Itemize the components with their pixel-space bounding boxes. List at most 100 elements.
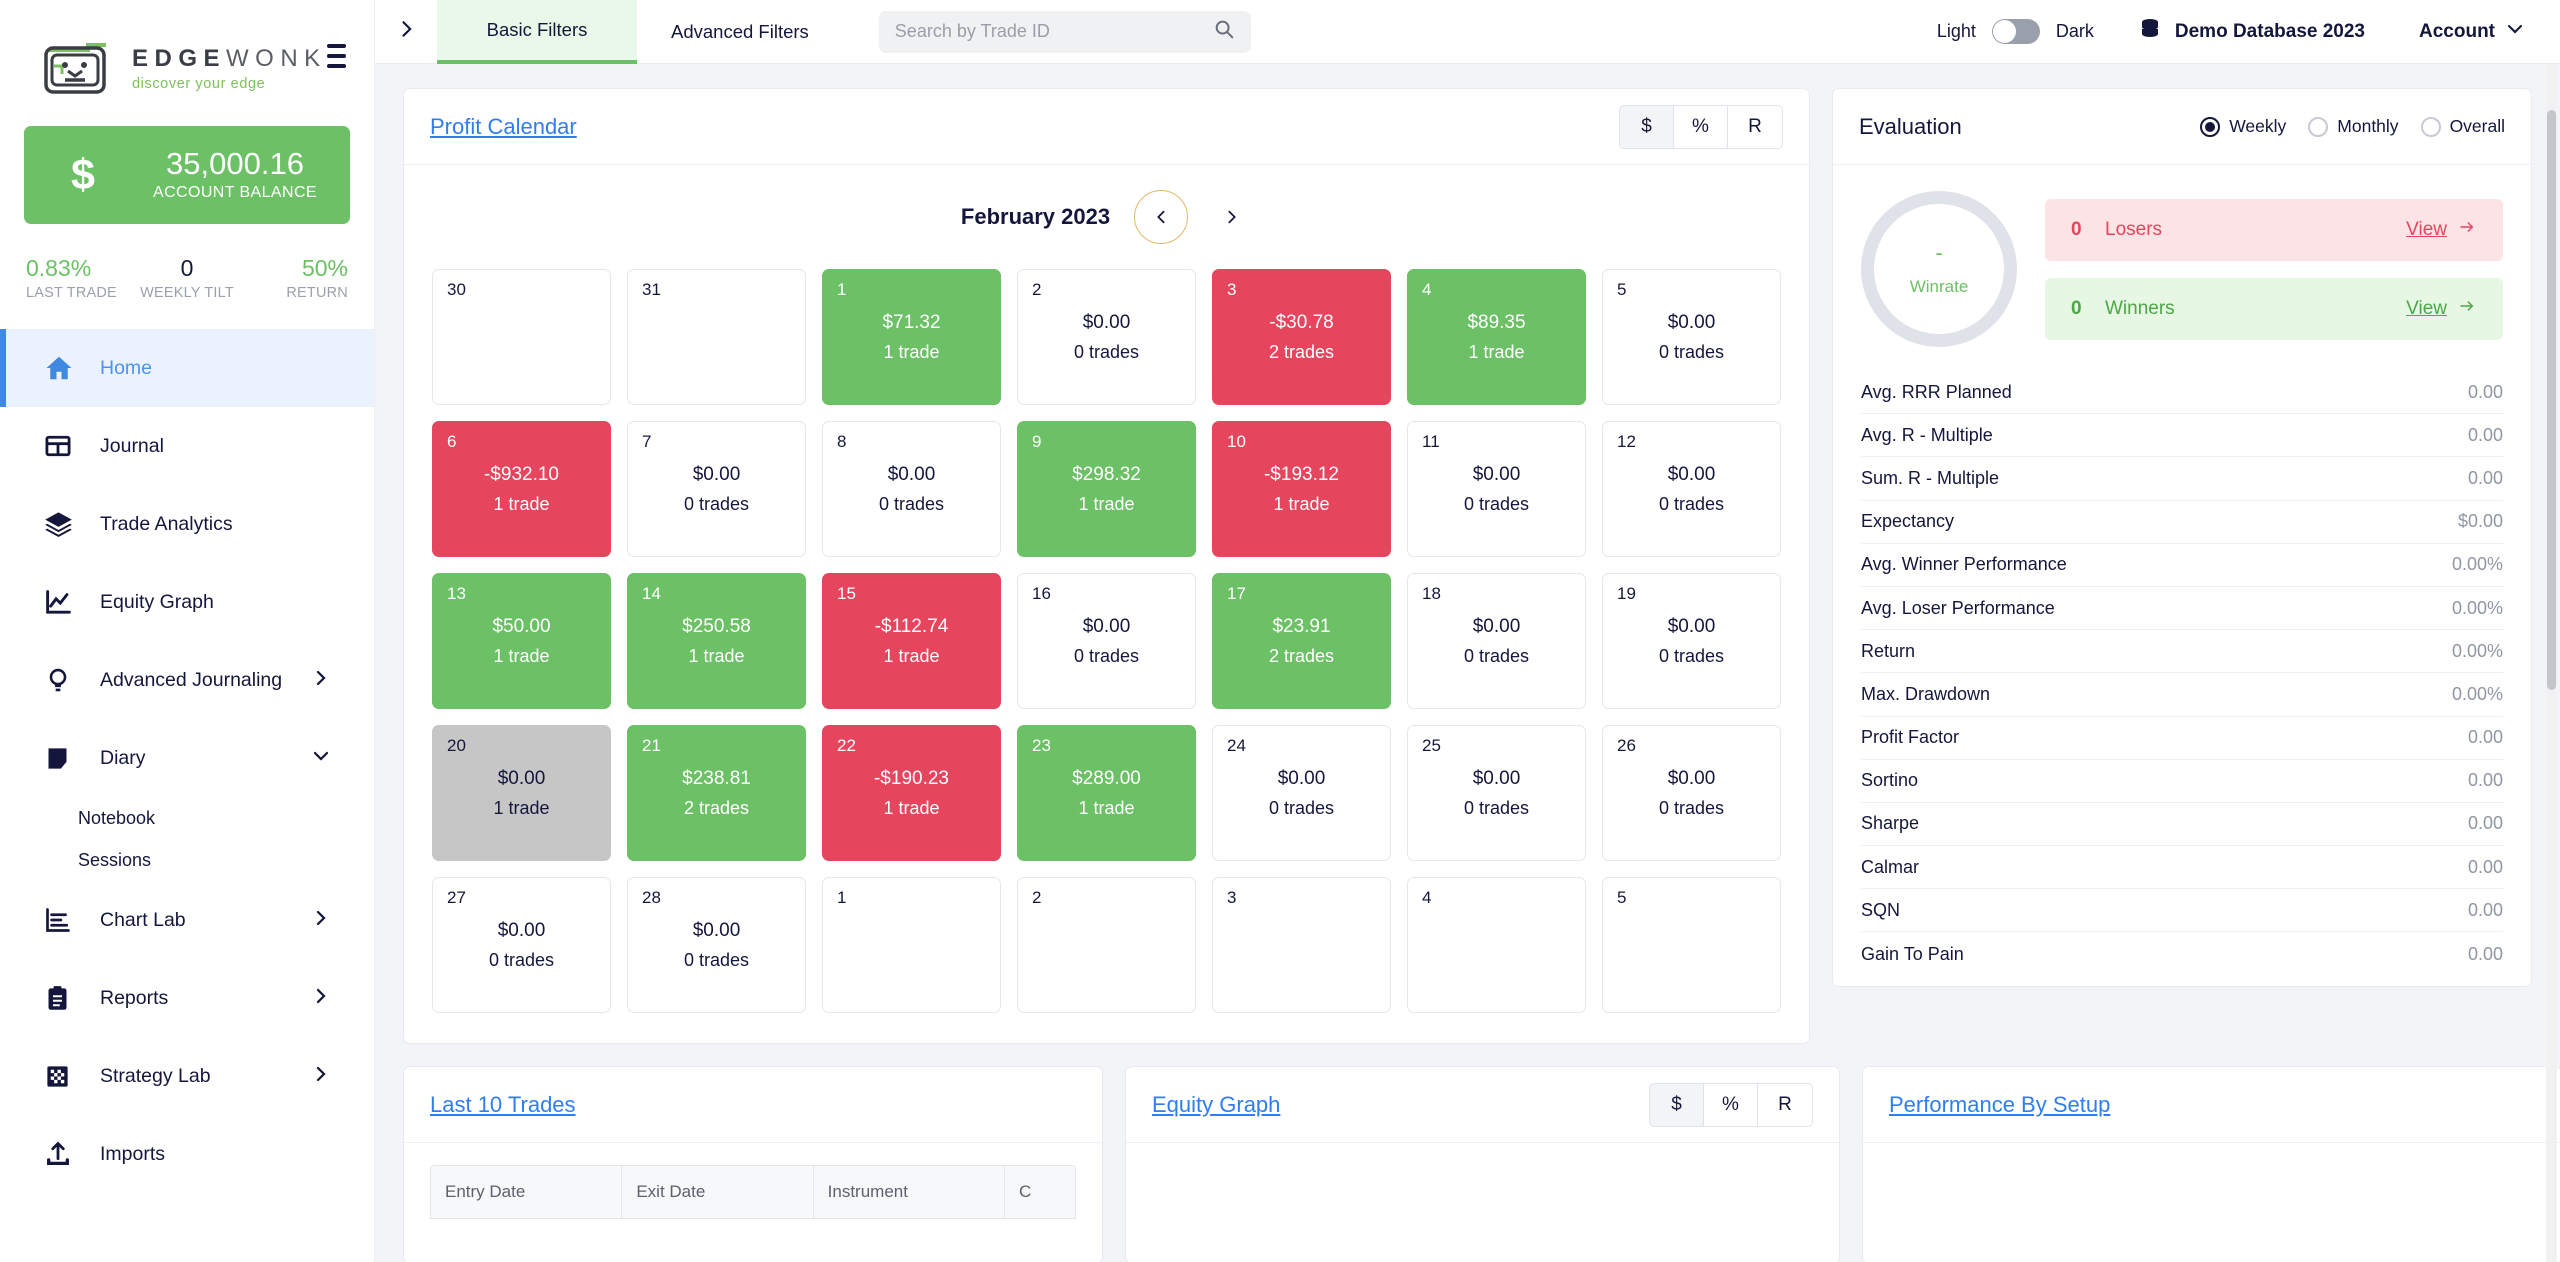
calendar-day-number: 14 (642, 584, 661, 603)
calendar-day-cell[interactable]: 13 $50.00 1 trade (432, 573, 611, 709)
calendar-day-cell[interactable]: 28 $0.00 0 trades (627, 877, 806, 1013)
unit-dollar-button[interactable]: $ (1620, 105, 1674, 148)
radio-monthly[interactable]: Monthly (2308, 116, 2399, 137)
sidebar-subitem-notebook[interactable]: Notebook (0, 797, 374, 839)
sidebar-subitem-sessions[interactable]: Sessions (0, 839, 374, 881)
calendar-day-cell[interactable]: 4 $89.35 1 trade (1407, 269, 1586, 405)
calendar-day-amount: $0.00 (497, 920, 546, 941)
evaluation-title: Evaluation (1859, 113, 1962, 139)
sidebar-expand-button[interactable] (375, 0, 437, 63)
calendar-day-cell[interactable]: 16 $0.00 0 trades (1017, 573, 1196, 709)
calendar-day-amount: $50.00 (492, 616, 551, 637)
calendar-day-cell[interactable]: 21 $238.81 2 trades (627, 725, 806, 861)
scrollbar-thumb[interactable] (2547, 110, 2556, 690)
calendar-day-cell[interactable]: 19 $0.00 0 trades (1602, 573, 1781, 709)
calendar-day-cell[interactable]: 22 -$190.23 1 trade (822, 725, 1001, 861)
calendar-day-cell[interactable]: 5 $0.00 0 trades (1602, 269, 1781, 405)
unit-r-button[interactable]: R (1728, 105, 1782, 148)
performance-by-setup-title[interactable]: Performance By Setup (1889, 1092, 2110, 1118)
radio-label: Overall (2449, 116, 2505, 136)
page-scrollbar[interactable] (2546, 64, 2557, 1262)
evaluation-stat-row: Profit Factor 0.00 (1861, 717, 2503, 760)
last-trades-title[interactable]: Last 10 Trades (430, 1092, 576, 1118)
calendar-day-cell[interactable]: 23 $289.00 1 trade (1017, 725, 1196, 861)
sidebar-item-diary[interactable]: Diary (0, 719, 374, 797)
mini-stat-last-trade: 0.83% LAST TRADE (26, 255, 133, 301)
winners-view-link[interactable]: View (2406, 298, 2477, 320)
tab-basic-filters[interactable]: Basic Filters (437, 0, 637, 64)
brand-header: EDGEWONK discover your edge (0, 0, 374, 110)
column-header-c[interactable]: C (1005, 1166, 1075, 1218)
database-selector[interactable]: Demo Database 2023 (2138, 17, 2365, 46)
calendar-next-month-button[interactable] (1212, 208, 1252, 226)
calendar-day-cell[interactable]: 26 $0.00 0 trades (1602, 725, 1781, 861)
sidebar-item-label: Diary (100, 746, 146, 769)
calendar-day-cell[interactable]: 2 (1017, 877, 1196, 1013)
calendar-day-trade-count: 0 trades (1073, 646, 1140, 666)
calendar-day-cell[interactable]: 3 (1212, 877, 1391, 1013)
calendar-day-cell[interactable]: 15 -$112.74 1 trade (822, 573, 1001, 709)
calendar-day-cell[interactable]: 7 $0.00 0 trades (627, 421, 806, 557)
calendar-day-cell[interactable]: 27 $0.00 0 trades (432, 877, 611, 1013)
theme-toggle[interactable] (1991, 19, 2040, 44)
balance-values: 35,000.16 ACCOUNT BALANCE (142, 148, 350, 202)
search-icon[interactable] (1213, 18, 1235, 45)
hamburger-menu-icon[interactable] (326, 44, 346, 68)
chevron-right-icon (396, 19, 416, 44)
calendar-day-cell[interactable]: 4 (1407, 877, 1586, 1013)
search-input[interactable] (894, 21, 1213, 42)
losers-box: 0 Losers View (2045, 198, 2503, 261)
sidebar-item-advanced-journaling[interactable]: Advanced Journaling (0, 641, 374, 719)
calendar-day-cell[interactable]: 20 $0.00 1 trade (432, 725, 611, 861)
search-box[interactable] (878, 10, 1251, 53)
calendar-day-number: 17 (1227, 584, 1246, 603)
column-header-exit-date[interactable]: Exit Date (622, 1166, 814, 1218)
sidebar-item-reports[interactable]: Reports (0, 959, 374, 1037)
unit-percent-button[interactable]: % (1674, 105, 1728, 148)
radio-overall[interactable]: Overall (2420, 116, 2505, 137)
unit-r-button[interactable]: R (1758, 1083, 1812, 1126)
calendar-day-cell[interactable]: 11 $0.00 0 trades (1407, 421, 1586, 557)
calendar-day-cell[interactable]: 25 $0.00 0 trades (1407, 725, 1586, 861)
chevron-right-icon (312, 909, 330, 932)
equity-graph-body (1126, 1143, 1839, 1262)
sidebar-item-strategy-lab[interactable]: Strategy Lab (0, 1037, 374, 1115)
sidebar-item-journal[interactable]: Journal (0, 407, 374, 485)
calendar-day-cell[interactable]: 1 (822, 877, 1001, 1013)
radio-weekly[interactable]: Weekly (2200, 116, 2286, 137)
calendar-day-cell[interactable]: 18 $0.00 0 trades (1407, 573, 1586, 709)
calendar-day-cell[interactable]: 30 (432, 269, 611, 405)
calendar-day-cell[interactable]: 24 $0.00 0 trades (1212, 725, 1391, 861)
calendar-day-cell[interactable]: 14 $250.58 1 trade (627, 573, 806, 709)
calendar-day-cell[interactable]: 1 $71.32 1 trade (822, 269, 1001, 405)
equity-graph-title[interactable]: Equity Graph (1152, 1092, 1280, 1118)
calendar-day-cell[interactable]: 9 $298.32 1 trade (1017, 421, 1196, 557)
profit-calendar-title[interactable]: Profit Calendar (430, 114, 577, 140)
calendar-day-cell[interactable]: 10 -$193.12 1 trade (1212, 421, 1391, 557)
calendar-day-cell[interactable]: 2 $0.00 0 trades (1017, 269, 1196, 405)
calendar-prev-month-button[interactable] (1134, 190, 1189, 244)
unit-percent-button[interactable]: % (1704, 1083, 1758, 1126)
calendar-day-amount: $238.81 (682, 768, 751, 789)
calendar-day-cell[interactable]: 12 $0.00 0 trades (1602, 421, 1781, 557)
app-root: EDGEWONK discover your edge $ 35,000.16 … (0, 0, 2560, 1262)
evaluation-stat-label: Sharpe (1861, 813, 1920, 834)
unit-dollar-button[interactable]: $ (1650, 1083, 1704, 1126)
column-header-entry-date[interactable]: Entry Date (431, 1166, 623, 1218)
calendar-day-cell[interactable]: 5 (1602, 877, 1781, 1013)
calendar-day-cell[interactable]: 3 -$30.78 2 trades (1212, 269, 1391, 405)
calendar-day-cell[interactable]: 6 -$932.10 1 trade (432, 421, 611, 557)
calendar-day-cell[interactable]: 31 (627, 269, 806, 405)
calendar-day-cell[interactable]: 8 $0.00 0 trades (822, 421, 1001, 557)
column-header-instrument[interactable]: Instrument (814, 1166, 1005, 1218)
sidebar-item-home[interactable]: Home (0, 329, 374, 408)
sidebar-item-imports[interactable]: Imports (0, 1115, 374, 1193)
losers-view-link[interactable]: View (2406, 219, 2477, 241)
sidebar-item-equity-graph[interactable]: Equity Graph (0, 563, 374, 641)
sidebar-item-chart-lab[interactable]: Chart Lab (0, 881, 374, 959)
account-menu[interactable]: Account (2419, 20, 2524, 44)
sidebar-item-trade-analytics[interactable]: Trade Analytics (0, 485, 374, 563)
tab-advanced-filters[interactable]: Advanced Filters (637, 0, 843, 64)
calendar-day-trade-count: 1 trade (493, 798, 550, 818)
calendar-day-cell[interactable]: 17 $23.91 2 trades (1212, 573, 1391, 709)
